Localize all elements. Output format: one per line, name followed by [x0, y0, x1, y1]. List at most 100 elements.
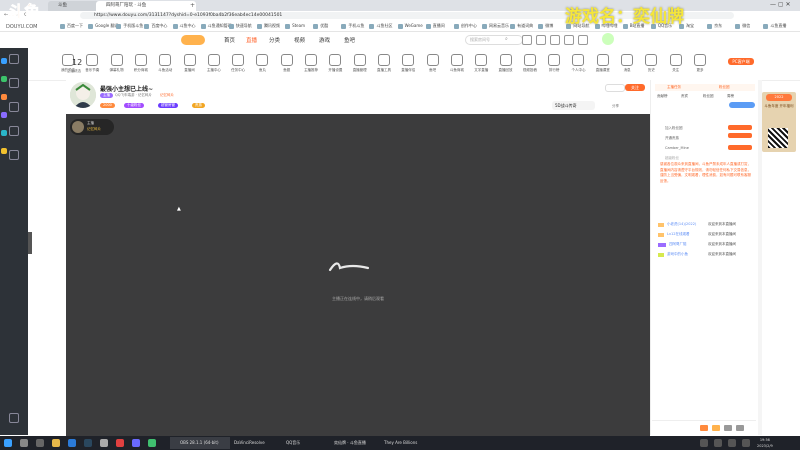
- browser-tab[interactable]: 斗鱼: [48, 1, 103, 11]
- gift-icon[interactable]: [712, 425, 720, 431]
- volume-icon[interactable]: [728, 439, 736, 447]
- feature-item[interactable]: 斗鱼商城: [444, 54, 470, 73]
- taskbar-app[interactable]: 奕仙牌 · 斗鱼直播: [324, 437, 380, 449]
- feature-item[interactable]: 文字直播: [468, 54, 494, 73]
- bookmark-item[interactable]: 腾讯视频: [257, 22, 280, 29]
- app-icon[interactable]: [132, 439, 140, 447]
- more-icon[interactable]: [736, 425, 744, 431]
- feature-item[interactable]: 直播伴侣: [395, 54, 421, 73]
- app-icon[interactable]: [1, 58, 7, 64]
- tab-week[interactable]: 周榜: [727, 94, 734, 99]
- rank-action-button[interactable]: [728, 125, 752, 130]
- share-button[interactable]: 分享: [612, 104, 619, 109]
- panel-header-gift[interactable]: 主播任务: [667, 85, 681, 90]
- nav-category[interactable]: 分类: [269, 36, 280, 44]
- bookmark-item[interactable]: 快速导航: [229, 22, 252, 29]
- broadcast-icon[interactable]: [578, 35, 588, 45]
- taskbar-clock[interactable]: 19:56 2023/2/9: [757, 437, 773, 449]
- browser-icon[interactable]: [68, 439, 76, 447]
- bookmark-item[interactable]: 手机斗鱼: [341, 22, 364, 29]
- bookmark-item[interactable]: 微博: [538, 22, 553, 29]
- new-tab-icon[interactable]: +: [190, 2, 195, 9]
- bookmark-item[interactable]: 斗鱼社区: [369, 22, 392, 29]
- feature-item[interactable]: 直播课堂: [590, 54, 616, 73]
- panel-header-fans[interactable]: 粉丝团: [719, 85, 730, 90]
- follow-icon[interactable]: [536, 35, 546, 45]
- site-brand-badge[interactable]: [181, 35, 205, 45]
- feature-item[interactable]: 积分商城: [128, 54, 154, 73]
- chat-input-area[interactable]: [652, 420, 756, 435]
- bookmark-item[interactable]: 斗鱼通知管理: [201, 22, 232, 29]
- emoji-icon[interactable]: [700, 425, 708, 431]
- bookmark-item[interactable]: Google 翻译: [88, 22, 118, 29]
- browser-tab-active[interactable]: 四阿哥厂陪玩 · 斗鱼: [96, 1, 196, 11]
- bookmark-item[interactable]: 微信: [735, 22, 750, 29]
- video-player[interactable]: ▲: [66, 114, 650, 436]
- nav-home[interactable]: 首页: [224, 36, 235, 44]
- chat-username[interactable]: 游戏中的小鱼: [667, 252, 688, 257]
- bookmark-item[interactable]: 百度中心: [144, 22, 167, 29]
- feature-item[interactable]: 排行榜: [541, 54, 567, 73]
- network-icon[interactable]: [714, 439, 722, 447]
- nav-yuba[interactable]: 鱼吧: [344, 36, 355, 44]
- taskbar-app[interactable]: DaVinciResolve: [224, 437, 280, 449]
- windows-start-icon[interactable]: [4, 439, 12, 447]
- app-icon[interactable]: [1, 94, 7, 100]
- app-icon[interactable]: [148, 439, 156, 447]
- feature-item[interactable]: 直播间: [177, 54, 203, 73]
- chat-username[interactable]: Lv12在线观看: [667, 232, 689, 237]
- bookmark-item[interactable]: WeGame: [398, 22, 423, 29]
- search-icon[interactable]: [20, 439, 28, 447]
- app-icon[interactable]: [1, 148, 7, 154]
- bookmark-item[interactable]: 有道词典: [510, 22, 533, 29]
- taskbar-app[interactable]: OBS 28.1.1 (64-bit): [170, 437, 230, 449]
- bookmark-item[interactable]: 直播间: [426, 22, 445, 29]
- feature-item[interactable]: 开播设置: [322, 54, 348, 73]
- app-icon[interactable]: [116, 439, 124, 447]
- sidebar-item-settings[interactable]: [4, 413, 24, 424]
- feature-item[interactable]: 主播推荐: [298, 54, 324, 73]
- search-input[interactable]: 搜索房间号: [465, 35, 523, 45]
- settings-icon[interactable]: [724, 425, 732, 431]
- tray-icon[interactable]: [700, 439, 708, 447]
- streamer-avatar[interactable]: [70, 82, 96, 108]
- rank-action-button[interactable]: [728, 133, 752, 138]
- feature-item[interactable]: 弹幕礼物: [104, 54, 130, 73]
- feature-item[interactable]: 直播工具: [371, 54, 397, 73]
- bookmark-item[interactable]: 手机版斗鱼: [116, 22, 143, 29]
- chat-username[interactable]: 小老虎(14)(2022): [667, 222, 696, 227]
- feature-item[interactable]: 斗鱼活动: [152, 54, 178, 73]
- room-category[interactable]: QQ飞车端游 · 记忆碎片: [115, 93, 152, 98]
- bookmark-item[interactable]: Steam: [285, 22, 305, 29]
- bookmark-item[interactable]: 斗鱼直播: [763, 22, 786, 29]
- feature-item[interactable]: 历史: [638, 54, 664, 73]
- bookmark-item[interactable]: 京东: [707, 22, 722, 29]
- app-icon[interactable]: [1, 130, 7, 136]
- tab-vip[interactable]: 贵宾: [681, 94, 688, 99]
- taskbar-app[interactable]: QQ音乐: [276, 437, 330, 449]
- feature-item[interactable]: 音乐节奏: [79, 54, 105, 73]
- chat-username[interactable]: 四阿哥厂陪: [669, 242, 687, 247]
- message-icon[interactable]: [550, 35, 560, 45]
- feature-item[interactable]: 直播回放: [493, 54, 519, 73]
- feature-item[interactable]: 任务中心: [225, 54, 251, 73]
- app-icon[interactable]: [1, 76, 7, 82]
- more-options-button[interactable]: [605, 84, 625, 92]
- task-view-icon[interactable]: [36, 439, 44, 447]
- nav-live[interactable]: 直播: [246, 36, 257, 44]
- bookmark-item[interactable]: 斗鱼中心: [173, 22, 196, 29]
- tab-contribution[interactable]: 贡献榜: [657, 94, 668, 99]
- feature-item[interactable]: 直播管理: [347, 54, 373, 73]
- rank-action-button[interactable]: [728, 145, 752, 150]
- feature-item[interactable]: 鱼吧: [420, 54, 446, 73]
- bookmark-item[interactable]: 百度一下: [60, 22, 83, 29]
- history-icon[interactable]: [522, 35, 532, 45]
- calculator-icon[interactable]: [100, 439, 108, 447]
- tab-fanclub[interactable]: 粉丝团: [703, 94, 714, 99]
- taskbar-app[interactable]: They Are Billions: [374, 437, 430, 449]
- bookmark-item[interactable]: 创作中心: [454, 22, 477, 29]
- feature-item[interactable]: 关注: [663, 54, 689, 73]
- explorer-icon[interactable]: [52, 439, 60, 447]
- steam-icon[interactable]: [84, 439, 92, 447]
- nav-game[interactable]: 游戏: [319, 36, 330, 44]
